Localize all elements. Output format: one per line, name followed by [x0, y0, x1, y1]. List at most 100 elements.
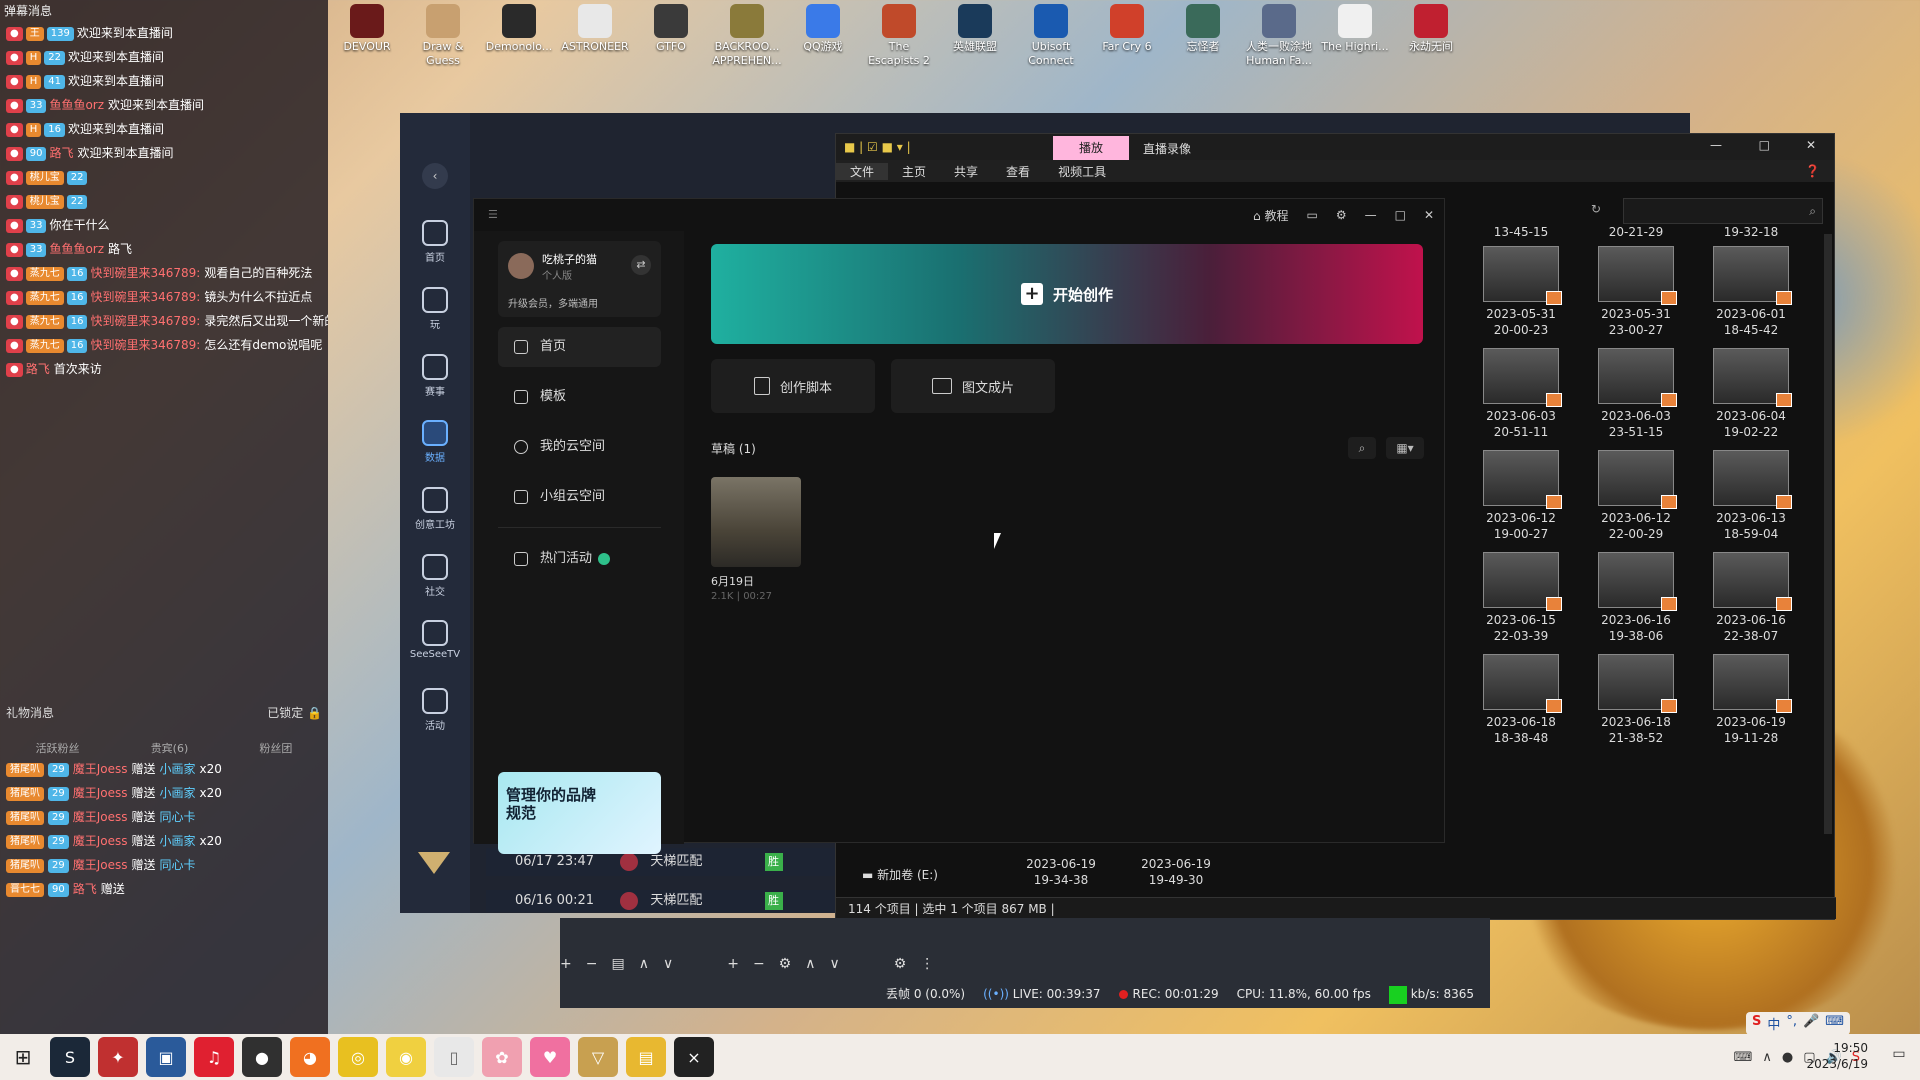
ribbon-view[interactable]: 查看 [992, 163, 1044, 180]
keyboard-layout-icon[interactable]: ⌨ [1734, 1050, 1753, 1065]
match-row[interactable]: 06/16 00:21 天梯匹配 胜 [486, 890, 836, 912]
video-file[interactable]: 2023-06-03 23-51-15 [1581, 348, 1691, 440]
firefox-icon[interactable]: ◕ [290, 1037, 330, 1077]
tutorial-button[interactable]: ⌂ 教程 [1253, 207, 1288, 224]
file-explorer-icon[interactable]: ▤ [626, 1037, 666, 1077]
explorer-scrollbar[interactable] [1824, 234, 1832, 834]
video-file[interactable]: 2023-06-16 19-38-06 [1581, 552, 1691, 644]
obs-nav-item[interactable]: 数据 [400, 420, 470, 464]
desktop-icon[interactable]: 忘怪者 [1166, 4, 1240, 54]
add-icon[interactable]: + [560, 956, 572, 978]
ribbon-file[interactable]: 文件 [836, 162, 889, 180]
refresh-icon[interactable]: ↻ [1591, 202, 1601, 216]
up-icon[interactable]: ∧ [639, 956, 649, 978]
lock-toggle[interactable]: 已锁定 🔒 [267, 702, 322, 724]
obs-nav-item[interactable]: SeeSeeTV [400, 620, 470, 660]
video-file[interactable]: 2023-05-31 23-00-27 [1581, 246, 1691, 338]
desktop-icon[interactable]: The Escapists 2 [862, 4, 936, 68]
windows-start-icon[interactable]: ⊞ [0, 1034, 46, 1080]
close-icon[interactable]: ✕ [1806, 138, 1816, 152]
desktop-icon[interactable]: ASTRONEER [558, 4, 632, 54]
video-file[interactable]: 2023-06-12 19-00-27 [1466, 450, 1576, 542]
pink-app-icon[interactable]: ✿ [482, 1037, 522, 1077]
nav-home[interactable]: 首页 [498, 327, 661, 367]
view-toggle-icon[interactable]: ▦▾ [1386, 437, 1424, 459]
switch-account-icon[interactable]: ⇄ [631, 255, 651, 275]
owl-app-icon[interactable]: ◉ [386, 1037, 426, 1077]
ribbon-share[interactable]: 共享 [940, 163, 992, 180]
obs-nav-item[interactable]: 首页 [400, 220, 470, 264]
notification-icon[interactable]: ▭ [1888, 1046, 1910, 1068]
down-icon[interactable]: ∨ [663, 956, 673, 978]
desktop-icon[interactable]: Ubisoft Connect [1014, 4, 1088, 68]
up-icon[interactable]: ∧ [805, 956, 815, 978]
capcut-icon[interactable]: ⨯ [674, 1037, 714, 1077]
gear-icon[interactable]: ⚙ [894, 956, 907, 978]
nav-my-cloud[interactable]: 我的云空间 [498, 427, 661, 467]
drive-item[interactable]: ▬ 新加卷 (E:) [862, 866, 938, 883]
video-file[interactable]: 2023-06-19 19-34-38 [1006, 856, 1116, 888]
video-file[interactable]: 2023-06-19 19-11-28 [1696, 654, 1806, 746]
video-file[interactable]: 2023-06-03 20-51-11 [1466, 348, 1576, 440]
video-file[interactable]: 2023-05-31 20-00-23 [1466, 246, 1576, 338]
perfect-world-icon[interactable]: ▽ [578, 1037, 618, 1077]
back-icon[interactable]: ‹ [422, 163, 448, 189]
add-icon[interactable]: + [727, 956, 739, 978]
desktop-icon[interactable]: Demonolo... [482, 4, 556, 54]
ribbon-home[interactable]: 主页 [888, 163, 940, 180]
upgrade-link[interactable]: 升级会员，多端通用 [508, 295, 598, 310]
draft-card[interactable]: 6月19日 2.1K | 00:27 [711, 477, 801, 602]
brand-banner[interactable]: 管理你的品牌规范 [498, 772, 661, 854]
nav-templates[interactable]: 模板 [498, 377, 661, 417]
video-file[interactable]: 19-32-18 [1696, 224, 1806, 240]
search-icon[interactable]: ⌕ [1348, 437, 1376, 459]
video-file[interactable]: 2023-06-12 22-00-29 [1581, 450, 1691, 542]
video-file[interactable]: 20-21-29 [1581, 224, 1691, 240]
desktop-icon[interactable]: 永劫无间 [1394, 4, 1468, 54]
obs-nav-item[interactable]: 创意工坊 [400, 487, 470, 531]
desktop-icon[interactable]: 英雄联盟 [938, 4, 1012, 54]
desktop-icon[interactable]: DEVOUR [330, 4, 404, 54]
image-to-video-button[interactable]: 图文成片 [891, 359, 1055, 413]
minimize-icon[interactable]: — [1710, 138, 1722, 152]
search-box[interactable]: ⌕ [1623, 198, 1823, 224]
gear-icon[interactable]: ⚙ [779, 956, 792, 978]
maximize-icon[interactable]: □ [1395, 208, 1406, 222]
video-file[interactable]: 2023-06-01 18-45-42 [1696, 246, 1806, 338]
tray-app-icon[interactable]: ● [1782, 1050, 1793, 1065]
video-file[interactable]: 2023-06-15 22-03-39 [1466, 552, 1576, 644]
desktop-icon[interactable]: QQ游戏 [786, 4, 860, 54]
chrome-icon[interactable]: ◎ [338, 1037, 378, 1077]
desktop-icon[interactable]: Draw & Guess [406, 4, 480, 68]
remove-icon[interactable]: − [753, 956, 765, 978]
taskbar-clock[interactable]: 19:50 2023/6/19 [1806, 1040, 1868, 1072]
start-create-button[interactable]: + 开始创作 [711, 244, 1423, 344]
show-hidden-icon[interactable]: ∧ [1762, 1050, 1772, 1065]
document-icon[interactable]: ▯ [434, 1037, 474, 1077]
desktop-icon[interactable]: The Highri... [1318, 4, 1392, 54]
user-card[interactable]: 吃桃子的猫 个人版 ⇄ 升级会员，多端通用 [498, 241, 661, 317]
video-file[interactable]: 13-45-15 [1466, 224, 1576, 240]
desktop-icon[interactable]: GTFO [634, 4, 708, 54]
nav-hot-events[interactable]: 热门活动 [498, 539, 661, 579]
video-file[interactable]: 2023-06-19 19-49-30 [1121, 856, 1231, 888]
ime-toolbar[interactable]: S 中 °, 🎤 ⌨ [1746, 1012, 1850, 1035]
obs-nav-item[interactable]: 活动 [400, 688, 470, 732]
obs-nav-item[interactable]: 赛事 [400, 354, 470, 398]
message-icon[interactable]: ▭ [1306, 208, 1317, 222]
ribbon-video-tools[interactable]: 视频工具 [1044, 163, 1120, 180]
filter-icon[interactable]: ▤ [611, 956, 624, 978]
close-icon[interactable]: ✕ [1424, 208, 1434, 222]
desktop-icon[interactable]: Far Cry 6 [1090, 4, 1164, 54]
video-file[interactable]: 2023-06-18 21-38-52 [1581, 654, 1691, 746]
tab-play[interactable]: 播放 [1053, 136, 1129, 160]
obs-nav-item[interactable]: 玩 [400, 287, 470, 331]
down-icon[interactable]: ∨ [829, 956, 839, 978]
minimize-icon[interactable]: — [1365, 208, 1377, 222]
tab-active-fans[interactable]: 活跃粉丝 [36, 740, 80, 758]
more-icon[interactable]: ⋮ [920, 956, 934, 978]
steam-icon[interactable]: S [50, 1037, 90, 1077]
heart-app-icon[interactable]: ♥ [530, 1037, 570, 1077]
desktop-icon[interactable]: BACKROO... APPREHEN... [710, 4, 784, 68]
video-file[interactable]: 2023-06-13 18-59-04 [1696, 450, 1806, 542]
